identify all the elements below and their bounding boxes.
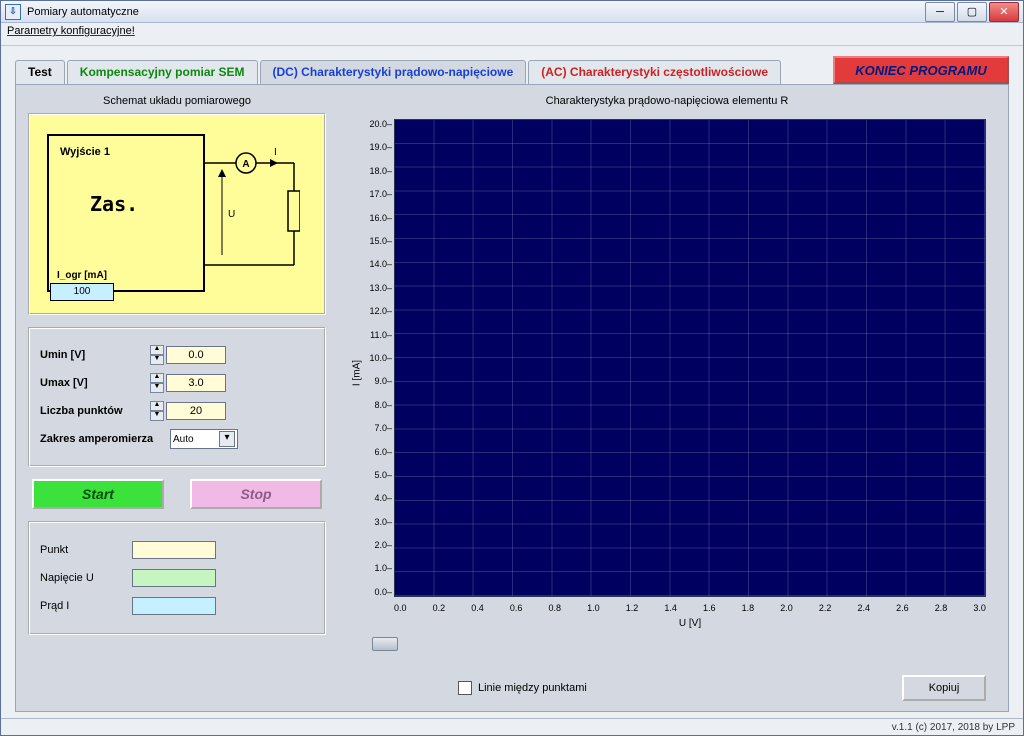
schem-current-label: I xyxy=(274,147,277,158)
right-column: Charakterystyka prądowo-napięciowa eleme… xyxy=(338,95,996,701)
window-controls: ─ ▢ ✕ xyxy=(925,2,1019,22)
punkt-label: Punkt xyxy=(40,544,132,556)
points-stepper[interactable]: ▲▼ xyxy=(150,401,164,421)
range-value: Auto xyxy=(173,434,194,445)
menubar: Parametry konfiguracyjne! xyxy=(1,23,1023,46)
button-row: Start Stop xyxy=(28,479,326,509)
umin-field[interactable]: 0.0 xyxy=(166,346,226,364)
plot-scroll-handle[interactable] xyxy=(372,637,398,651)
napiecie-label: Napięcie U xyxy=(40,572,132,584)
version-label: v.1.1 (c) 2017, 2018 by LPP xyxy=(892,722,1015,733)
statusbar: v.1.1 (c) 2017, 2018 by LPP xyxy=(1,718,1023,735)
params-panel: Umin [V] ▲▼ 0.0 Umax [V] ▲▼ 3.0 xyxy=(28,327,326,467)
copy-button[interactable]: Kopiuj xyxy=(902,675,986,701)
umax-stepper[interactable]: ▲▼ xyxy=(150,373,164,393)
tab-row: Test Kompensacyjny pomiar SEM (DC) Chara… xyxy=(15,56,1009,84)
client-area: Test Kompensacyjny pomiar SEM (DC) Chara… xyxy=(1,46,1023,718)
umin-stepper[interactable]: ▲▼ xyxy=(150,345,164,365)
range-label: Zakres amperomierza xyxy=(40,433,170,445)
main-panel: Schemat układu pomiarowego Wyjście 1 Zas… xyxy=(15,84,1009,712)
maximize-button[interactable]: ▢ xyxy=(957,2,987,22)
close-button[interactable]: ✕ xyxy=(989,2,1019,22)
menu-config[interactable]: Parametry konfiguracyjne! xyxy=(7,25,135,37)
schem-zas-label: Zas. xyxy=(90,192,138,216)
app-window: ⇩ Pomiary automatyczne ─ ▢ ✕ Parametry k… xyxy=(0,0,1024,736)
tab-sem[interactable]: Kompensacyjny pomiar SEM xyxy=(67,60,258,84)
chevron-down-icon: ▾ xyxy=(219,431,235,447)
points-field[interactable]: 20 xyxy=(166,402,226,420)
checkbox-icon xyxy=(458,681,472,695)
app-icon: ⇩ xyxy=(5,4,21,20)
prad-label: Prąd I xyxy=(40,600,132,612)
schem-ammeter-label: A xyxy=(242,159,249,170)
umax-label: Umax [V] xyxy=(40,377,150,389)
plot-yticks: 20.0–19.0–18.0–17.0–16.0–15.0–14.0–13.0–… xyxy=(366,119,392,597)
points-label: Liczba punktów xyxy=(40,405,150,417)
prad-field xyxy=(132,597,216,615)
window-title: Pomiary automatyczne xyxy=(27,6,925,18)
iogr-value[interactable]: 100 xyxy=(50,283,114,301)
iogr-box: I_ogr [mA] 100 xyxy=(50,270,114,301)
plot-canvas[interactable] xyxy=(394,119,986,597)
stop-button[interactable]: Stop xyxy=(190,479,322,509)
schem-output-label: Wyjście 1 xyxy=(60,146,110,158)
umin-label: Umin [V] xyxy=(40,349,150,361)
plot-controls: Linie między punktami Kopiuj xyxy=(338,675,996,701)
plot-xticks: 0.00.20.40.60.81.01.21.41.61.82.02.22.42… xyxy=(394,603,986,613)
tab-ac[interactable]: (AC) Charakterystyki częstotliwościowe xyxy=(528,60,781,84)
napiecie-field xyxy=(132,569,216,587)
tabs: Test Kompensacyjny pomiar SEM (DC) Chara… xyxy=(15,60,783,84)
minimize-button[interactable]: ─ xyxy=(925,2,955,22)
schematic-title: Schemat układu pomiarowego xyxy=(28,95,326,107)
iogr-label: I_ogr [mA] xyxy=(50,270,114,281)
readouts-panel: Punkt Napięcie U Prąd I xyxy=(28,521,326,635)
tab-dc[interactable]: (DC) Charakterystyki prądowo-napięciowe xyxy=(260,60,527,84)
start-button[interactable]: Start xyxy=(32,479,164,509)
lines-checkbox-label: Linie między punktami xyxy=(478,682,587,694)
lines-checkbox[interactable]: Linie między punktami xyxy=(458,681,587,695)
titlebar: ⇩ Pomiary automatyczne ─ ▢ ✕ xyxy=(1,1,1023,23)
plot-area: I [mA] 20.0–19.0–18.0–17.0–16.0–15.0–14.… xyxy=(338,113,996,633)
schem-voltage-label: U xyxy=(228,209,235,220)
plot-ylabel: I [mA] xyxy=(352,360,363,386)
end-program-button[interactable]: KONIEC PROGRAMU xyxy=(833,56,1009,84)
range-select[interactable]: Auto ▾ xyxy=(170,429,238,449)
left-column: Schemat układu pomiarowego Wyjście 1 Zas… xyxy=(28,95,326,701)
plot-title: Charakterystyka prądowo-napięciowa eleme… xyxy=(338,95,996,107)
umax-field[interactable]: 3.0 xyxy=(166,374,226,392)
schematic-diagram: Wyjście 1 Zas. A I R xyxy=(28,113,326,315)
tab-test[interactable]: Test xyxy=(15,60,65,84)
punkt-field xyxy=(132,541,216,559)
schematic-section: Schemat układu pomiarowego Wyjście 1 Zas… xyxy=(28,95,326,315)
plot-xlabel: U [V] xyxy=(394,618,986,629)
